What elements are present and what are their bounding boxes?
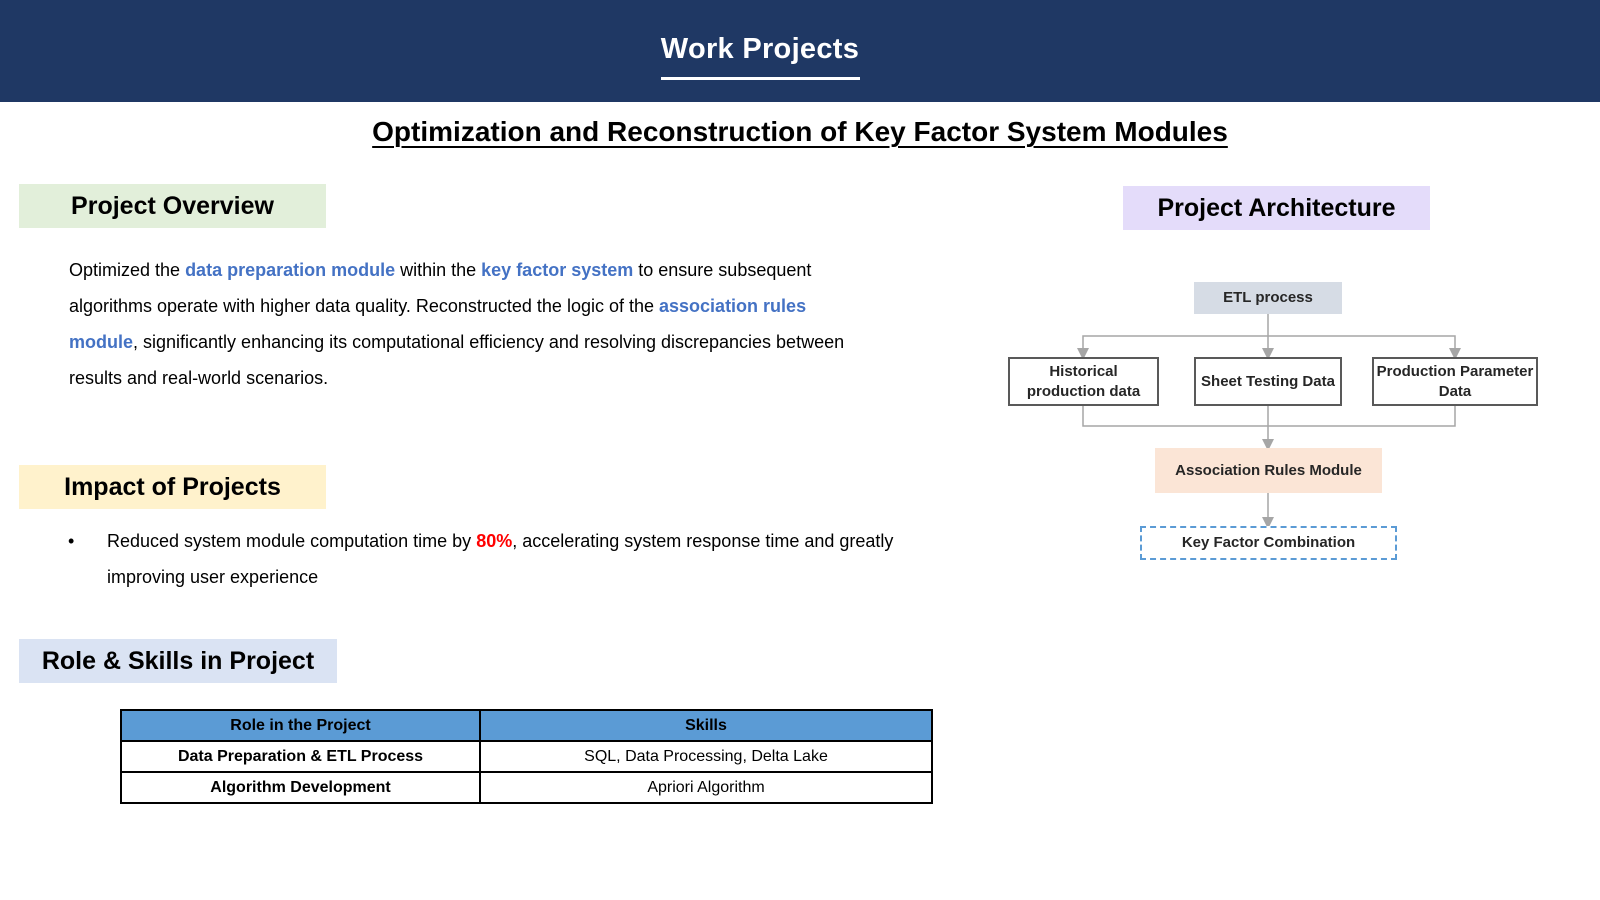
connector-etl-to-historical	[1077, 335, 1268, 360]
slide: Work Projects Optimization and Reconstru…	[0, 0, 1600, 900]
key-factor-combination-box: Key Factor Combination	[1140, 526, 1397, 560]
etl-process-box: ETL process	[1194, 282, 1342, 314]
connector-sources-merge	[1082, 406, 1456, 427]
historical-production-data-box: Historical production data	[1008, 357, 1159, 406]
production-parameter-data-box: Production Parameter Data	[1372, 357, 1538, 406]
association-rules-module-box: Association Rules Module	[1155, 448, 1382, 493]
connector-etl-to-production	[1268, 335, 1461, 360]
sheet-testing-data-box: Sheet Testing Data	[1194, 357, 1342, 406]
